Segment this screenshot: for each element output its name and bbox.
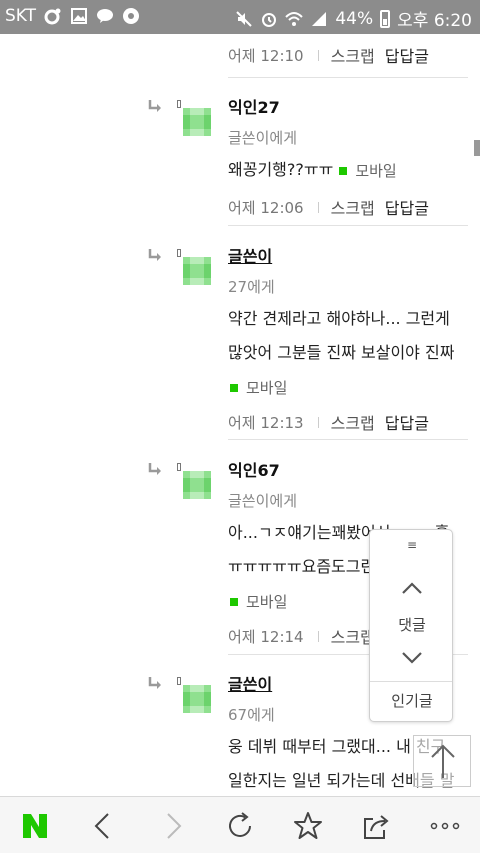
comment-meta: 어제 12:06 스크랩 답답글 [228, 195, 473, 219]
mobile-badge: 모바일 [228, 371, 287, 405]
comment-time: 어제 12:14 [228, 627, 304, 646]
reply-arrow-icon [148, 100, 161, 112]
reply-arrow-icon [148, 463, 161, 475]
mobile-badge: 모바일 [333, 154, 397, 188]
more-icon[interactable] [430, 811, 460, 841]
avatar [183, 108, 211, 136]
avatar [183, 471, 211, 499]
comment-time: 어제 12:13 [228, 413, 304, 432]
signal-icon [312, 11, 327, 26]
comment-meta: 어제 12:13 스크랩 답답글 [228, 410, 473, 434]
clock: 오후 6:20 [397, 11, 472, 31]
share-icon[interactable] [361, 811, 391, 841]
status-bar: SKT 44% 오후 6:20 [0, 0, 480, 34]
alarm-icon [262, 12, 277, 27]
mobile-label: 모바일 [246, 593, 288, 611]
comment-text: 왜꽁기행??ㅠㅠ 모바일 [228, 153, 473, 188]
chevron-up-icon[interactable] [400, 580, 424, 596]
scrap-button[interactable]: 스크랩 [331, 43, 375, 67]
floating-comment-nav: ≡ 댓글 인기글 [369, 529, 453, 722]
reply-button[interactable]: 답답글 [385, 195, 429, 219]
messenger-icon [123, 8, 140, 24]
popular-posts-button[interactable]: 인기글 [370, 690, 454, 711]
notification-app-icon [44, 8, 61, 25]
comment-line: 많앗어 그분들 진짜 보살이야 진짜 [228, 343, 455, 362]
reply-arrow-icon [148, 249, 161, 261]
mobile-dot-icon [339, 167, 348, 175]
menu-icon[interactable]: ≡ [370, 538, 454, 552]
gallery-icon [71, 8, 88, 24]
comment-text: 약간 견제라고 해야하나... 그런게 많앗어 그분들 진짜 보살이야 진짜 모… [228, 302, 473, 405]
comment-author[interactable]: 익인67 [228, 457, 473, 481]
divider [228, 225, 468, 226]
talk-icon [97, 9, 114, 23]
chevron-down-icon[interactable] [400, 650, 424, 666]
comment-time: 어제 12:06 [228, 198, 304, 217]
mobile-dot-icon [230, 598, 238, 606]
mobile-label: 모바일 [246, 379, 288, 397]
browser-toolbar [0, 796, 480, 853]
naver-home-icon[interactable] [20, 811, 50, 841]
scrap-button[interactable]: 스크랩 [331, 195, 375, 219]
forward-icon[interactable] [158, 811, 188, 841]
comment-time: 어제 12:10 [228, 46, 304, 65]
comment-line: 약간 견제라고 해야하나... 그런게 [228, 309, 450, 328]
avatar [183, 685, 211, 713]
back-icon[interactable] [88, 811, 118, 841]
mobile-badge: 모바일 [228, 585, 287, 619]
comment-line: 왜꽁기행??ㅠㅠ [228, 160, 334, 179]
comment-target: 글쓴이에게 [228, 129, 298, 147]
comment-meta: 어제 12:10 스크랩 답답글 [228, 43, 429, 67]
reply-arrow-icon [148, 677, 161, 689]
wifi-icon [285, 11, 304, 26]
avatar [183, 257, 211, 285]
refresh-icon[interactable] [225, 811, 255, 841]
scrollbar[interactable] [474, 140, 480, 156]
scroll-to-top-button[interactable] [413, 735, 471, 787]
mute-icon [236, 10, 253, 27]
divider [228, 439, 468, 440]
mobile-dot-icon [230, 384, 238, 392]
reply-button[interactable]: 답답글 [385, 410, 429, 434]
reply-button[interactable]: 답답글 [385, 43, 429, 67]
battery-icon [380, 9, 391, 28]
comment-target: 글쓴이에게 [228, 492, 298, 510]
comment-target: 27에게 [228, 278, 275, 296]
scrap-button[interactable]: 스크랩 [331, 410, 375, 434]
arrow-up-icon [431, 744, 455, 778]
battery-percent: 44% [335, 8, 374, 29]
comments-label[interactable]: 댓글 [370, 614, 454, 635]
carrier-label: SKT [5, 6, 37, 26]
bookmark-star-icon[interactable] [293, 811, 323, 841]
divider [228, 77, 468, 78]
comment-author[interactable]: 익인27 [228, 94, 473, 118]
mobile-label: 모바일 [355, 162, 397, 180]
comment-author[interactable]: 글쓴이 [228, 243, 473, 267]
comment-thread[interactable]: 어제 12:10 스크랩 답답글 익인27 글쓴이에게 왜꽁기행??ㅠㅠ 모바일 … [0, 34, 480, 796]
